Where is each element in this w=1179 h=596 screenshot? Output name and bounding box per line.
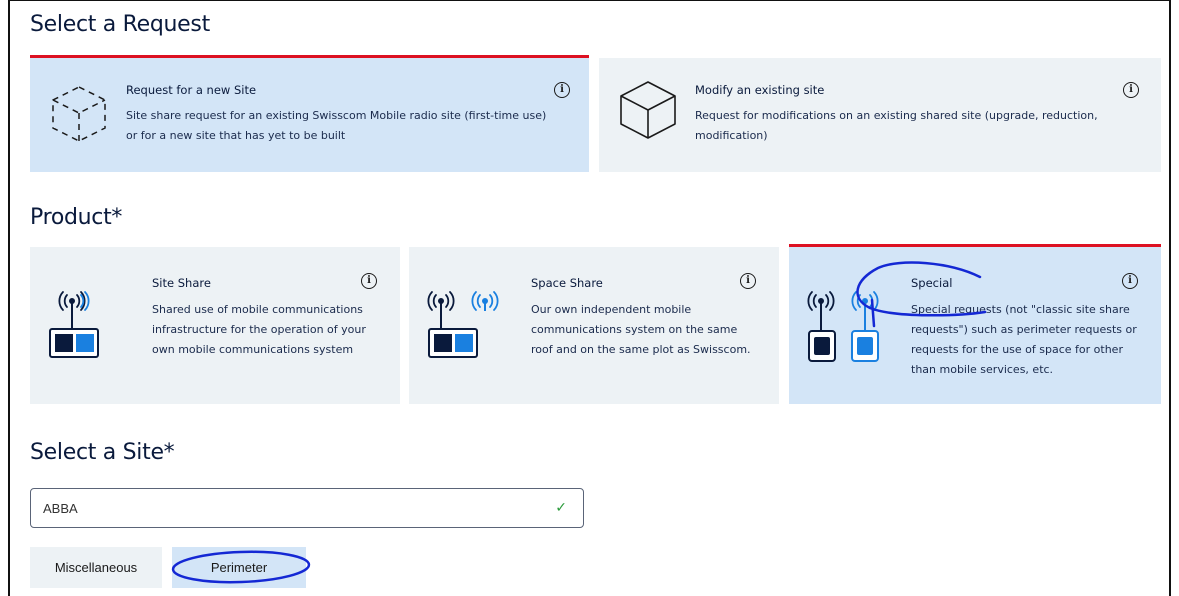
product-card-title: Site Share xyxy=(152,276,211,290)
site-input-field[interactable]: ✓ xyxy=(30,488,584,528)
request-card-description: Request for modifications on an existing… xyxy=(695,109,1098,142)
request-card-title: Modify an existing site xyxy=(695,83,825,97)
product-card-title: Space Share xyxy=(531,276,603,290)
product-card-description: Shared use of mobile communications infr… xyxy=(152,303,366,356)
dashed-cube-icon xyxy=(48,83,110,149)
info-icon[interactable]: i xyxy=(740,273,756,289)
checkmark-icon: ✓ xyxy=(555,500,567,516)
cube-icon xyxy=(617,78,679,146)
request-card-description: Site share request for an existing Swiss… xyxy=(126,109,547,142)
chip-perimeter[interactable]: Perimeter xyxy=(172,547,306,588)
request-card-title: Request for a new Site xyxy=(126,83,257,97)
site-section-title: Select a Site* xyxy=(30,440,175,465)
product-card-site-share[interactable]: Site Share i Shared use of mobile commun… xyxy=(30,247,400,404)
antenna-special-icon xyxy=(803,287,895,371)
request-card-new-site[interactable]: Request for a new Site i Site share requ… xyxy=(30,55,589,172)
request-section-title: Select a Request xyxy=(30,12,210,37)
product-card-description: Our own independent mobile communication… xyxy=(531,303,751,356)
chip-miscellaneous[interactable]: Miscellaneous xyxy=(30,547,162,588)
antenna-single-icon xyxy=(44,287,114,367)
info-icon[interactable]: i xyxy=(1122,273,1138,289)
info-icon[interactable]: i xyxy=(554,82,570,98)
product-section-title: Product* xyxy=(30,205,123,230)
request-card-modify-site[interactable]: Modify an existing site i Request for mo… xyxy=(599,58,1161,172)
info-icon[interactable]: i xyxy=(361,273,377,289)
antenna-double-icon xyxy=(423,287,515,367)
info-icon[interactable]: i xyxy=(1123,82,1139,98)
product-card-description: Special requests (not "classic site shar… xyxy=(911,303,1137,376)
product-card-title: Special xyxy=(911,276,953,290)
product-card-special[interactable]: Special i Special requests (not "classic… xyxy=(789,244,1161,404)
product-card-space-share[interactable]: Space Share i Our own independent mobile… xyxy=(409,247,779,404)
site-input[interactable] xyxy=(43,489,543,527)
